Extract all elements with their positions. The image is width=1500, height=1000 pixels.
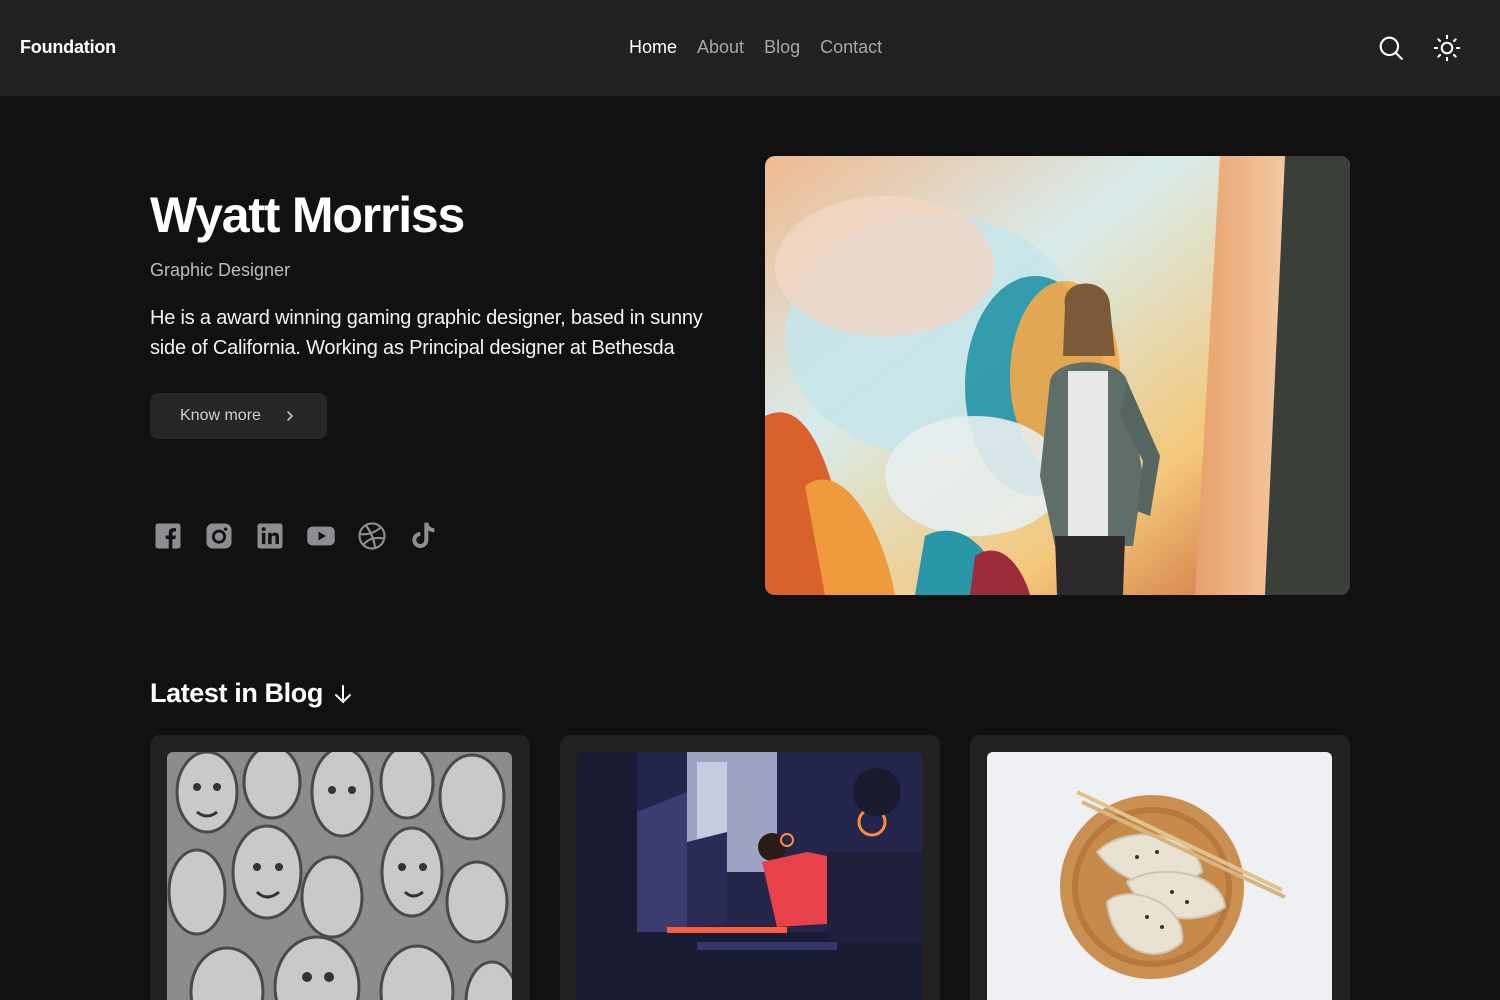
hero-role: Graphic Designer [150,260,291,280]
brand-logo[interactable]: Foundation [20,37,116,58]
main-nav: Home About Blog Contact [629,37,882,58]
hero-name: Wyatt Morriss [150,187,465,243]
blog-section-title: Latest in Blog [150,678,353,709]
tiktok-icon[interactable] [405,517,441,555]
nav-blog[interactable]: Blog [764,37,800,58]
nav-contact[interactable]: Contact [820,37,882,58]
linkedin-icon[interactable] [252,517,288,555]
site-header: Foundation Home About Blog Contact [0,0,1500,96]
sun-icon[interactable] [1429,30,1465,66]
blog-title-text: Latest in Blog [150,678,323,708]
chevron-right-icon [287,411,293,421]
social-links [150,517,441,555]
nav-about[interactable]: About [697,37,744,58]
youtube-icon[interactable] [303,517,339,555]
know-more-button[interactable]: Know more [150,393,327,439]
hero-bio: He is a award winning gaming graphic des… [150,307,703,359]
gamers-at-computers-photo [577,752,922,1000]
facebook-icon[interactable] [150,517,186,555]
carved-stone-faces-photo [167,752,512,1000]
dumplings-on-wooden-plate-photo [987,752,1332,1000]
search-icon[interactable] [1373,30,1409,66]
nav-home[interactable]: Home [629,37,677,58]
blog-card[interactable] [560,735,940,1000]
instagram-icon[interactable] [201,517,237,555]
hero-photo [765,156,1350,595]
blog-card[interactable] [970,735,1350,1000]
dribbble-icon[interactable] [354,517,390,555]
arrow-down-icon [334,684,351,703]
know-more-label: Know more [180,407,261,424]
blog-card[interactable] [150,735,530,1000]
